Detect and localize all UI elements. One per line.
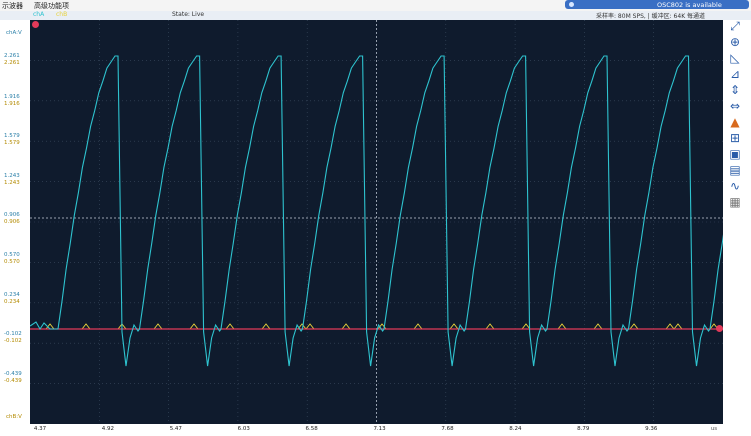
ruler-icon[interactable]: ◺ xyxy=(727,52,743,65)
trigger-top-marker[interactable] xyxy=(32,21,39,28)
y-tick-chb: 2.261 xyxy=(4,60,20,66)
y-tick-cha: -0.102 xyxy=(4,331,22,337)
y-tick-cha: 1.916 xyxy=(4,94,20,100)
zoom-icon[interactable]: ⊕ xyxy=(727,36,743,49)
y-tick-chb: 0.234 xyxy=(4,299,20,305)
device-status-icon xyxy=(569,2,574,7)
device-status-text: OSC802 is available xyxy=(657,1,722,9)
ground-level-marker[interactable] xyxy=(716,325,723,332)
horizontal-cursor-icon[interactable]: ⇕ xyxy=(727,84,743,97)
x-tick-label: 6.03 xyxy=(237,426,250,432)
table-icon[interactable]: ▦ xyxy=(727,196,743,209)
channel-a-trace xyxy=(30,55,723,367)
menu-bar: 示波器 高级功能项 OSC802 is available xyxy=(0,0,751,11)
y-tick-chb: 0.906 xyxy=(4,219,20,225)
y-tick-cha: -0.439 xyxy=(4,371,22,377)
x-tick-label: 8.79 xyxy=(577,426,590,432)
menu-item-oscilloscope[interactable]: 示波器 xyxy=(2,1,23,11)
x-axis-unit: us xyxy=(710,426,718,432)
y-axis-top-label: chA:V xyxy=(6,30,22,36)
x-tick-label: 4.37 xyxy=(33,426,47,432)
y-axis-bottom-label: chB:V xyxy=(6,414,22,420)
vertical-cursor-icon[interactable]: ⇔ xyxy=(727,100,743,113)
waveform-plot[interactable] xyxy=(30,20,723,424)
x-tick-label: 9.36 xyxy=(645,426,658,432)
image-icon[interactable]: ▤ xyxy=(727,164,743,177)
y-tick-chb: -0.439 xyxy=(4,378,22,384)
expand-icon[interactable]: ⤢ xyxy=(727,20,743,33)
y-tick-cha: 1.579 xyxy=(4,133,20,139)
y-tick-chb: 1.579 xyxy=(4,140,20,146)
channel-a-tag[interactable]: chA xyxy=(33,11,44,18)
channel-b-tag[interactable]: chB xyxy=(56,11,67,18)
menu-item-advanced[interactable]: 高级功能项 xyxy=(34,1,69,11)
x-axis-panel: 4.37 4.92 5.47 6.03 6.58 7.13 7.68 8.24 8.79 9.36… xyxy=(30,424,723,436)
y-tick-cha: 0.906 xyxy=(4,212,20,218)
y-tick-cha: 0.234 xyxy=(4,292,20,298)
x-tick-label: 5.47 xyxy=(169,426,182,432)
y-axis-panel: chA:V 2.261 2.261 1.916 1.916 1.579 1.579 1.24… xyxy=(0,20,30,424)
x-tick-label: 7.68 xyxy=(441,426,454,432)
measure-icon[interactable]: ⊿ xyxy=(727,68,743,81)
save-icon[interactable]: ▣ xyxy=(727,148,743,161)
y-tick-cha: 0.570 xyxy=(4,252,20,258)
y-tick-cha: 1.243 xyxy=(4,173,20,179)
grid-icon[interactable]: ⊞ xyxy=(727,132,743,145)
fft-icon[interactable]: ▲ xyxy=(727,116,743,129)
x-tick-label: 4.92 xyxy=(101,426,115,432)
x-tick-label: 8.24 xyxy=(509,426,522,432)
y-tick-cha: 2.261 xyxy=(4,53,20,59)
acquisition-state: State: Live xyxy=(172,11,205,18)
y-tick-chb: 1.243 xyxy=(4,180,20,186)
y-tick-chb: 1.916 xyxy=(4,101,20,107)
x-tick-label: 6.58 xyxy=(305,426,318,432)
y-tick-chb: 0.570 xyxy=(4,259,20,265)
oscilloscope-display[interactable]: chA chB State: Live 采样率: 80M SPS, | 缓冲区:… xyxy=(30,11,723,424)
waveform-icon[interactable]: ∿ xyxy=(727,180,743,193)
x-tick-label: 7.13 xyxy=(373,426,386,432)
sample-rate-info: 采样率: 80M SPS, | 缓冲区: 64K 每通道 xyxy=(596,13,706,20)
device-status-banner: OSC802 is available xyxy=(565,0,749,9)
right-toolbar: ⤢ ⊕ ◺ ⊿ ⇕ ⇔ ▲ ⊞ ▣ ▤ ∿ ▦ xyxy=(723,20,751,424)
y-tick-chb: -0.102 xyxy=(4,338,22,344)
